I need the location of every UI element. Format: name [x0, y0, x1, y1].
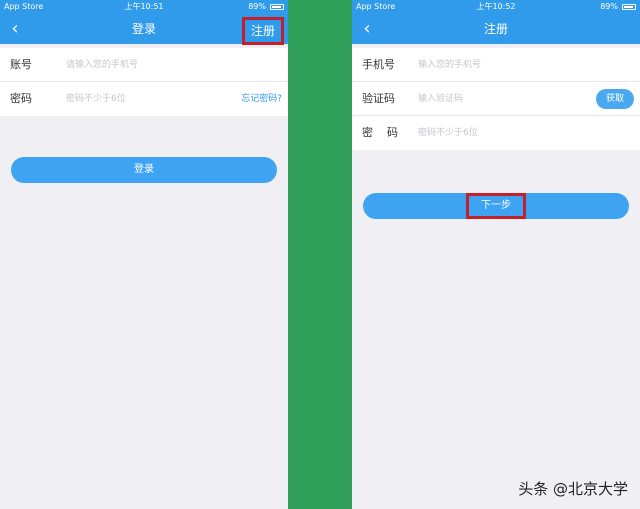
nav-bar: ‹ 注册: [352, 14, 640, 44]
nav-bar: ‹ 登录 注册: [0, 14, 288, 45]
login-screen: App Store 上午10:51 89% ‹ 登录 注册 账号 密码 忘记密码…: [0, 0, 288, 509]
battery-icon: [622, 4, 636, 10]
code-row: 验证码 获取: [352, 82, 640, 116]
page-title: 注册: [483, 22, 508, 36]
login-button[interactable]: 登录: [11, 157, 277, 183]
password-label: 密码: [10, 92, 32, 105]
battery-icon: [270, 4, 284, 10]
phone-row: 手机号: [352, 48, 640, 82]
battery-percent: 89%: [600, 2, 618, 11]
phone-input[interactable]: [418, 55, 568, 75]
status-bar: App Store 上午10:51 89%: [0, 0, 288, 14]
next-step-label: 下一步: [466, 193, 526, 219]
code-label: 验证码: [362, 92, 395, 105]
account-row: 账号: [0, 48, 288, 82]
account-label: 账号: [10, 58, 32, 71]
battery-percent: 89%: [248, 2, 266, 11]
forgot-password-link[interactable]: 忘记密码?: [241, 82, 282, 116]
password-input[interactable]: [66, 89, 216, 109]
code-input[interactable]: [418, 89, 568, 109]
get-code-button[interactable]: 获取: [595, 89, 634, 109]
login-form: 账号 密码 忘记密码?: [0, 48, 288, 116]
register-screen: App Store 上午10:52 89% ‹ 注册 手机号 验证码 获取 密 …: [352, 0, 640, 509]
status-time: 上午10:51: [124, 2, 164, 11]
register-form: 手机号 验证码 获取 密 码: [352, 48, 640, 150]
watermark: 头条 @北京大学: [518, 480, 628, 498]
phone-label: 手机号: [362, 58, 395, 71]
status-bar: App Store 上午10:52 89%: [352, 0, 640, 14]
password-label: 密 码: [362, 126, 398, 139]
account-input[interactable]: [66, 55, 216, 75]
register-button[interactable]: 注册: [241, 17, 284, 45]
status-time: 上午10:52: [476, 2, 516, 11]
password-input[interactable]: [418, 123, 568, 143]
password-row: 密码 忘记密码?: [0, 82, 288, 116]
next-step-button[interactable]: 下一步: [363, 193, 629, 219]
password-row: 密 码: [352, 116, 640, 150]
